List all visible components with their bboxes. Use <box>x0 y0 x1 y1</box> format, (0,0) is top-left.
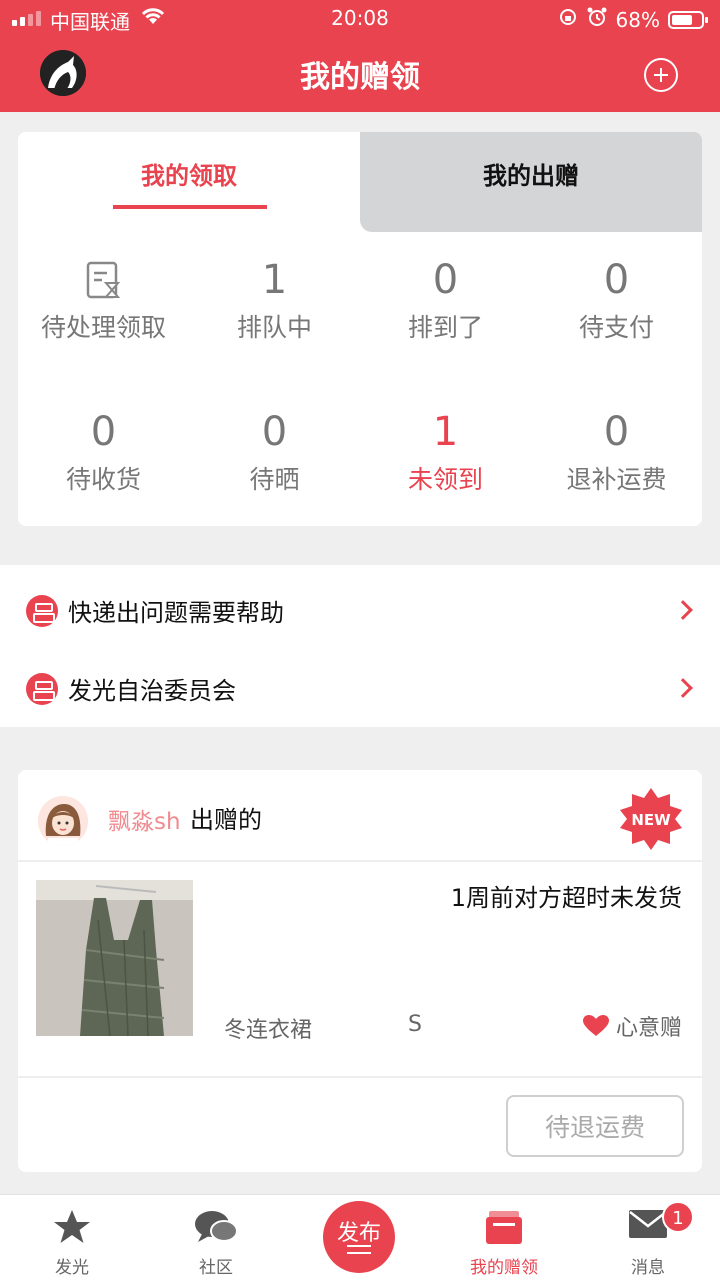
stat-label: 排到了 <box>407 313 483 342</box>
nav-faguang[interactable]: 发光 <box>0 1195 144 1280</box>
tab-my-gifts[interactable]: 我的出赠 <box>360 132 702 232</box>
stat-value: 0 <box>90 409 117 455</box>
stat-shipping-refund[interactable]: 0 退补运费 <box>531 406 702 496</box>
link-label: 发光自治委员会 <box>68 677 236 705</box>
stat-queuing[interactable]: 1 排队中 <box>189 254 360 344</box>
stat-value: 0 <box>432 257 459 303</box>
giver-name[interactable]: 飘淼sh <box>108 802 181 836</box>
stat-value: 0 <box>603 257 630 303</box>
divider <box>18 1076 702 1078</box>
link-label: 快递出问题需要帮助 <box>68 599 284 627</box>
new-badge-text: NEW <box>631 811 671 829</box>
claims-summary-card: 我的领取 我的出赠 待处理领取 1 排队中 0 排到了 0 待支付 0 待收货 … <box>18 132 702 526</box>
chat-icon <box>194 1209 238 1251</box>
tab-label: 我的出赠 <box>483 162 579 190</box>
stat-label: 排队中 <box>236 313 312 342</box>
stat-label: 未领到 <box>407 465 483 494</box>
rotation-lock-icon <box>558 7 578 32</box>
helper-icon <box>26 595 58 627</box>
gift-type-label: 心意赠 <box>615 1016 682 1041</box>
stat-label: 待收货 <box>65 465 141 494</box>
nav-my-gifts[interactable]: 我的赠领 <box>432 1195 576 1280</box>
nav-label: 发光 <box>55 1258 89 1278</box>
alarm-icon <box>586 6 608 33</box>
stat-label: 待支付 <box>578 313 654 342</box>
gift-type: 心意赠 <box>582 1010 682 1042</box>
stat-label: 退补运费 <box>566 465 667 494</box>
tab-my-claims[interactable]: 我的领取 <box>18 132 360 232</box>
header-bar: 中国联通 20:08 68% 我的赠领 <box>0 0 720 112</box>
link-delivery-help[interactable]: 快递出问题需要帮助 <box>0 573 720 651</box>
stat-to-share[interactable]: 0 待晒 <box>189 406 360 496</box>
star-icon <box>53 1209 91 1249</box>
nav-label: 我的赠领 <box>470 1258 538 1278</box>
menu-lines-icon <box>347 1245 371 1259</box>
publish-label: 发布 <box>336 1221 381 1246</box>
battery-icon <box>668 10 708 29</box>
helper-icon <box>26 673 58 705</box>
order-status: 1周前对方超时未发货 <box>450 884 682 912</box>
stat-pending-claims[interactable]: 待处理领取 <box>18 254 189 344</box>
item-size: S <box>408 1012 422 1037</box>
chevron-right-icon <box>673 600 693 620</box>
nav-messages[interactable]: 消息 <box>576 1195 720 1280</box>
stat-value: 0 <box>603 409 630 455</box>
order-card[interactable]: 飘淼sh 出赠的 NEW 1周前对方超时未发货 冬连衣裙 S 心意赠 待退运费 <box>18 770 702 1172</box>
chevron-right-icon <box>673 678 693 698</box>
stat-queued-up[interactable]: 0 排到了 <box>360 254 531 344</box>
link-committee[interactable]: 发光自治委员会 <box>0 651 720 729</box>
bottom-nav: 发光 社区 发布 我的赠领 消息 1 <box>0 1194 720 1280</box>
battery-percent: 68% <box>615 7 660 32</box>
stat-label: 待晒 <box>249 465 300 494</box>
stat-to-pay[interactable]: 0 待支付 <box>531 254 702 344</box>
nav-community[interactable]: 社区 <box>144 1195 288 1280</box>
stat-value: 1 <box>432 409 459 455</box>
status-bar: 中国联通 20:08 68% <box>0 0 720 38</box>
divider <box>18 860 702 862</box>
nav-label: 消息 <box>631 1258 665 1278</box>
add-button[interactable] <box>644 58 678 92</box>
item-name: 冬连衣裙 <box>224 1018 313 1043</box>
heart-icon <box>582 1015 609 1036</box>
tab-label: 我的领取 <box>141 162 237 190</box>
stat-not-received[interactable]: 1 未领到 <box>360 406 531 496</box>
help-links: 快递出问题需要帮助 发光自治委员会 <box>0 565 720 727</box>
giver-avatar[interactable] <box>38 796 88 846</box>
stat-value: 0 <box>261 409 288 455</box>
new-badge: NEW <box>618 786 684 852</box>
nav-label: 社区 <box>199 1258 233 1278</box>
stat-label: 待处理领取 <box>40 313 166 342</box>
publish-button[interactable]: 发布 <box>323 1201 395 1273</box>
tab-underline <box>113 205 267 209</box>
message-badge: 1 <box>662 1201 694 1233</box>
stat-to-receive[interactable]: 0 待收货 <box>18 406 189 496</box>
page-title: 我的赠领 <box>300 60 420 95</box>
item-photo[interactable] <box>36 880 193 1036</box>
pending-doc-icon <box>18 254 189 306</box>
giver-suffix: 出赠的 <box>190 806 262 834</box>
gift-box-icon <box>485 1209 523 1249</box>
stat-value: 1 <box>261 257 288 303</box>
refund-shipping-button[interactable]: 待退运费 <box>506 1095 684 1157</box>
